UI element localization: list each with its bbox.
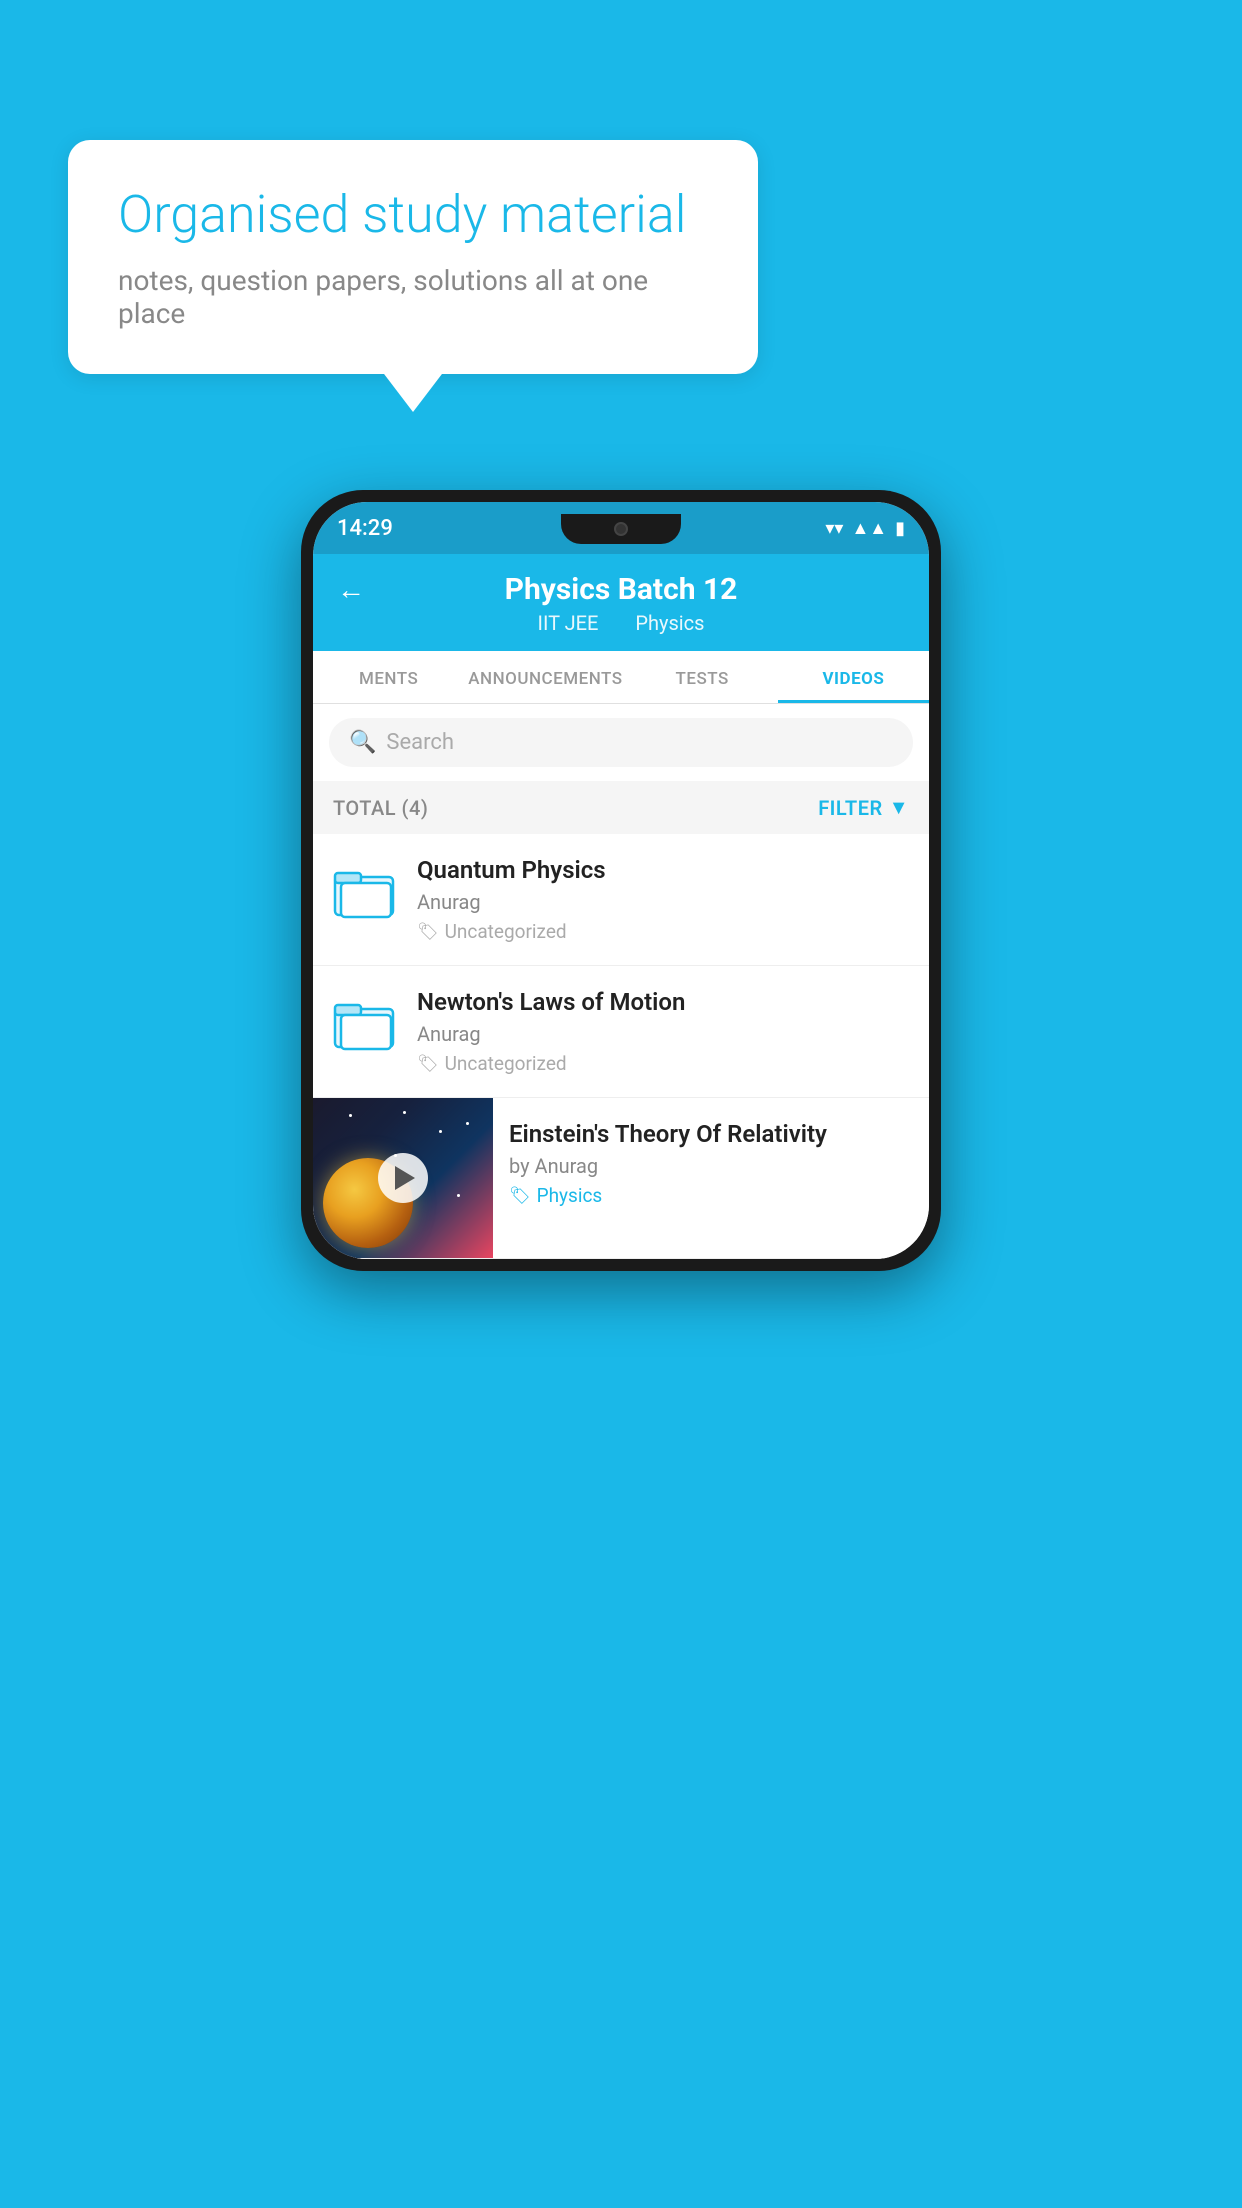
video-title-3: Einstein's Theory Of Relativity (509, 1120, 913, 1148)
search-container: 🔍 Search (313, 704, 929, 781)
subtitle-iit: IIT JEE (538, 611, 599, 635)
video-author-2: Anurag (417, 1022, 913, 1046)
tab-videos[interactable]: VIDEOS (778, 651, 929, 703)
battery-icon: ▮ (895, 518, 905, 539)
filter-icon: ▼ (889, 795, 909, 820)
phone-outer: 14:29 ▾▾ ▲▲ ▮ ← Physics Batch 12 IIT JEE… (301, 490, 941, 1271)
phone-wrapper: 14:29 ▾▾ ▲▲ ▮ ← Physics Batch 12 IIT JEE… (301, 490, 941, 1271)
play-button[interactable] (378, 1153, 428, 1203)
tabs: MENTS ANNOUNCEMENTS TESTS VIDEOS (313, 651, 929, 704)
video-tag-2: 🏷 Uncategorized (417, 1052, 913, 1075)
speech-bubble: Organised study material notes, question… (68, 140, 758, 374)
video-info-1: Quantum Physics Anurag 🏷 Uncategorized (417, 856, 913, 943)
tab-tests[interactable]: TESTS (627, 651, 778, 703)
video-title-1: Quantum Physics (417, 856, 913, 884)
phone-notch (561, 514, 681, 544)
front-camera (614, 522, 628, 536)
phone-screen: 14:29 ▾▾ ▲▲ ▮ ← Physics Batch 12 IIT JEE… (313, 502, 929, 1259)
app-subtitle: IIT JEE Physics (530, 611, 713, 635)
tab-ments[interactable]: MENTS (313, 651, 464, 703)
total-count: TOTAL (4) (333, 796, 428, 820)
back-button[interactable]: ← (337, 573, 365, 606)
video-title-2: Newton's Laws of Motion (417, 988, 913, 1016)
video-author-1: Anurag (417, 890, 913, 914)
video-author-3: by Anurag (509, 1154, 913, 1178)
tag-icon-2: 🏷 (417, 1054, 439, 1074)
video-list: Quantum Physics Anurag 🏷 Uncategorized (313, 834, 929, 1259)
list-item[interactable]: Einstein's Theory Of Relativity by Anura… (313, 1098, 929, 1259)
folder-icon-1 (329, 856, 399, 928)
status-icons: ▾▾ ▲▲ ▮ (825, 518, 905, 539)
speech-bubble-title: Organised study material (118, 184, 708, 246)
tab-announcements[interactable]: ANNOUNCEMENTS (464, 651, 626, 703)
wifi-icon: ▾▾ (825, 518, 843, 539)
app-header: ← Physics Batch 12 IIT JEE Physics (313, 554, 929, 651)
filter-bar: TOTAL (4) FILTER ▼ (313, 781, 929, 834)
folder-icon-2 (329, 988, 399, 1060)
tag-icon-3: 🏷 (509, 1186, 531, 1206)
search-input[interactable]: Search (386, 730, 454, 755)
video-tag-3: 🏷 Physics (509, 1184, 913, 1207)
app-title: Physics Batch 12 (505, 572, 738, 607)
play-triangle-icon (395, 1166, 415, 1190)
speech-bubble-subtitle: notes, question papers, solutions all at… (118, 264, 708, 330)
status-time: 14:29 (337, 516, 393, 541)
tag-icon-1: 🏷 (417, 922, 439, 942)
signal-icon: ▲▲ (851, 518, 887, 539)
app-header-row: ← Physics Batch 12 (337, 572, 905, 607)
list-item[interactable]: Quantum Physics Anurag 🏷 Uncategorized (313, 834, 929, 966)
list-item[interactable]: Newton's Laws of Motion Anurag 🏷 Uncateg… (313, 966, 929, 1098)
video-tag-1: 🏷 Uncategorized (417, 920, 913, 943)
filter-label: FILTER (818, 796, 883, 820)
search-box[interactable]: 🔍 Search (329, 718, 913, 767)
filter-button[interactable]: FILTER ▼ (818, 795, 909, 820)
search-icon: 🔍 (349, 730, 376, 755)
video-info-3: Einstein's Theory Of Relativity by Anura… (493, 1098, 929, 1229)
video-info-2: Newton's Laws of Motion Anurag 🏷 Uncateg… (417, 988, 913, 1075)
subtitle-physics: Physics (635, 611, 704, 635)
video-thumbnail-3 (313, 1098, 493, 1258)
